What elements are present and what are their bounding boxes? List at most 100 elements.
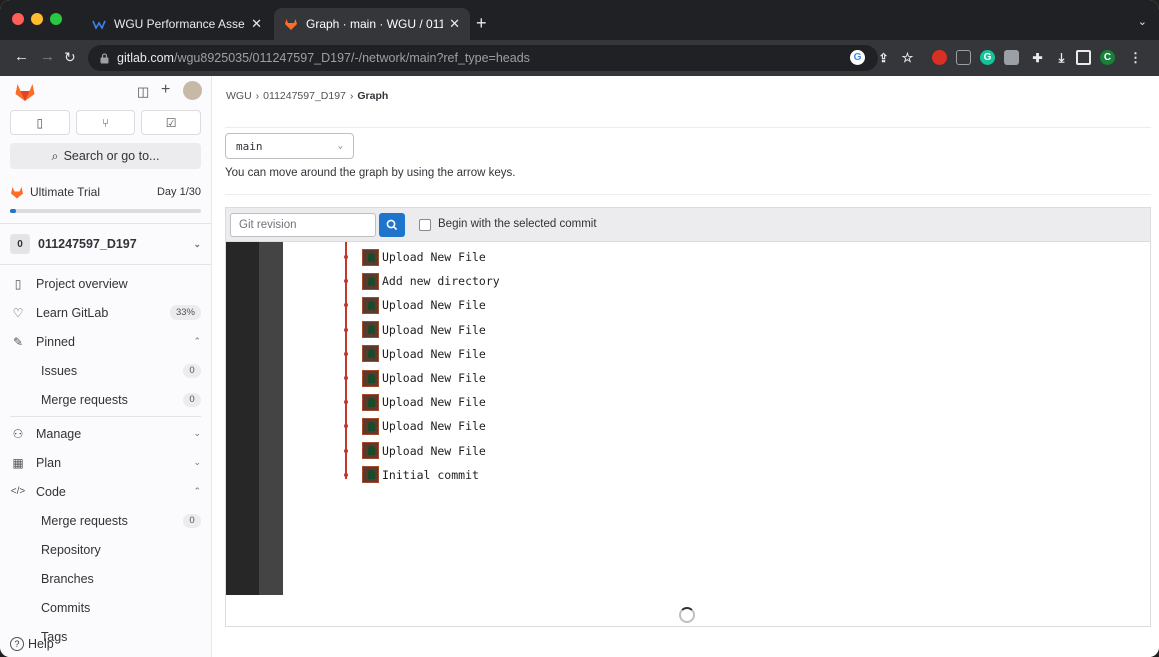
project-name: 011247597_D197 [38,237,137,251]
branch-select[interactable]: main ⌄ [225,133,354,159]
breadcrumb-project[interactable]: 011247597_D197 [263,90,346,102]
revision-search-button[interactable] [379,213,405,237]
new-tab-button[interactable]: + [476,14,487,32]
tab-wgu-assessment[interactable]: WGU Performance Assessmen ✕ [82,8,272,40]
sidebar-item-branches[interactable]: Branches [0,564,211,593]
sidebar-item-learn-gitlab[interactable]: ♡ Learn GitLab 33% [0,298,211,327]
download-icon[interactable]: ⤓ [1054,50,1069,65]
side-panel-icon[interactable] [1076,50,1091,65]
breadcrumb-separator: › [349,90,354,102]
begin-with-selected-commit-checkbox[interactable] [419,219,431,231]
gitlab-logo-icon[interactable] [14,82,36,102]
commit-row[interactable]: Upload New File [344,344,486,364]
commit-message: Upload New File [382,250,486,264]
todos-count-button[interactable]: ☑ [141,110,202,135]
create-new-icon[interactable]: + [161,81,170,99]
sidebar-item-project-overview[interactable]: ▯ Project overview [0,269,211,298]
sidebar-item-merge-requests-pinned[interactable]: Merge requests 0 [0,385,211,414]
extensions-puzzle-icon[interactable]: ✚ [1030,50,1045,65]
share-icon[interactable]: ⇪ [876,50,891,65]
commit-row[interactable]: Upload New File [344,295,486,315]
extension-red-icon[interactable] [932,50,947,65]
graph-lane-dark [226,242,259,595]
commit-dot [344,400,348,405]
commit-author-avatar [362,321,379,339]
count-badge: 0 [183,513,201,528]
commit-message: Upload New File [382,371,486,385]
network-graph[interactable]: Git revision Begin with the selected com… [225,207,1151,627]
tab-search-icon[interactable]: ⌄ [1138,15,1147,28]
bookmark-star-icon[interactable]: ☆ [900,50,915,65]
pin-icon: ✎ [12,334,24,349]
browser-menu-icon[interactable]: ⋮ [1128,50,1143,65]
sidebar-item-label: Learn GitLab [36,305,109,320]
profile-avatar[interactable]: C [1100,50,1115,65]
project-switcher[interactable]: 0 011247597_D197 ⌄ [0,228,211,260]
commit-message: Upload New File [382,395,486,410]
commit-author-avatar [362,296,379,314]
project-avatar: 0 [10,234,30,254]
commit-row[interactable]: Add new directory [344,271,500,291]
commit-author-avatar [362,369,379,387]
git-revision-input[interactable]: Git revision [230,213,376,237]
sidebar-item-merge-requests[interactable]: Merge requests 0 [0,506,211,535]
zoom-window-button[interactable] [50,13,62,25]
sidebar-item-repository[interactable]: Repository [0,535,211,564]
code-icon: </> [10,486,26,497]
search-button[interactable]: ⌕ Search or go to... [10,143,201,169]
navigation-hint: You can move around the graph by using t… [225,167,516,179]
commit-row[interactable]: Upload New File [344,368,486,388]
sidebar-item-commits[interactable]: Commits [0,593,211,622]
gitlab-favicon-icon [285,19,297,30]
address-bar[interactable]: gitlab.com /wgu8925035/011247597_D197/-/… [88,45,878,71]
commit-row[interactable]: Upload New File [344,247,486,267]
grammarly-icon[interactable]: G [980,50,995,65]
sidebar-item-label: Issues [41,363,78,378]
commit-row[interactable]: Upload New File [344,416,486,436]
back-icon[interactable]: ← [14,49,29,65]
trial-widget[interactable]: Ultimate Trial Day 1/30 [0,175,211,209]
trial-progress-bar [10,209,201,213]
tab-close-icon[interactable]: ✕ [449,16,460,32]
merge-requests-count-button[interactable]: ⑂ [75,110,136,135]
commit-author-avatar [362,248,379,266]
commit-row[interactable]: Upload New File [344,392,486,412]
sidebar-item-manage[interactable]: ⚇ Manage ⌄ [0,419,211,448]
help-button[interactable]: ? Help [10,637,54,651]
trial-day: Day 1/30 [156,186,201,198]
sidebar-item-plan[interactable]: ▦ Plan ⌄ [0,448,211,477]
sidebar-item-code[interactable]: </> Code ⌃ [0,477,211,506]
sidebar-item-label: Commits [41,600,91,615]
commit-dot [344,472,348,477]
toggle-sidebar-icon[interactable]: ◫ [137,84,149,100]
url-host: gitlab.com [117,51,174,65]
sidebar-item-label: Merge requests [41,513,128,528]
extension-screen-icon[interactable] [956,50,971,65]
commit-message: Upload New File [382,322,486,337]
commit-author-avatar [362,345,379,363]
forward-icon[interactable]: → [40,49,55,65]
tab-close-icon[interactable]: ✕ [251,16,262,32]
divider [225,194,1151,195]
google-lens-icon[interactable]: G [850,50,865,65]
trial-label: Ultimate Trial [30,185,101,199]
lock-icon [100,52,109,63]
commit-dot [344,351,348,356]
close-window-button[interactable] [12,13,24,25]
user-avatar[interactable] [183,81,202,100]
project-icon: ▯ [14,276,22,291]
commit-row[interactable]: Initial commit [344,465,479,485]
extension-grey-icon[interactable] [1004,50,1019,65]
breadcrumb-group[interactable]: WGU [226,90,252,102]
commit-row[interactable]: Upload New File [344,441,486,461]
trial-progress-fill [10,209,17,213]
reload-icon[interactable]: ↻ [64,49,76,65]
commit-author-avatar [362,272,379,290]
tab-gitlab-graph[interactable]: Graph · main · WGU / 01124759 ✕ [274,8,470,40]
sidebar-item-issues[interactable]: Issues 0 [0,356,211,385]
sidebar-header: ◫ + [0,76,211,110]
commit-row[interactable]: Upload New File [344,320,486,340]
sidebar-item-pinned[interactable]: ✎ Pinned ⌃ [0,327,211,356]
issues-count-button[interactable]: ▯ [10,110,70,135]
minimize-window-button[interactable] [31,13,43,25]
